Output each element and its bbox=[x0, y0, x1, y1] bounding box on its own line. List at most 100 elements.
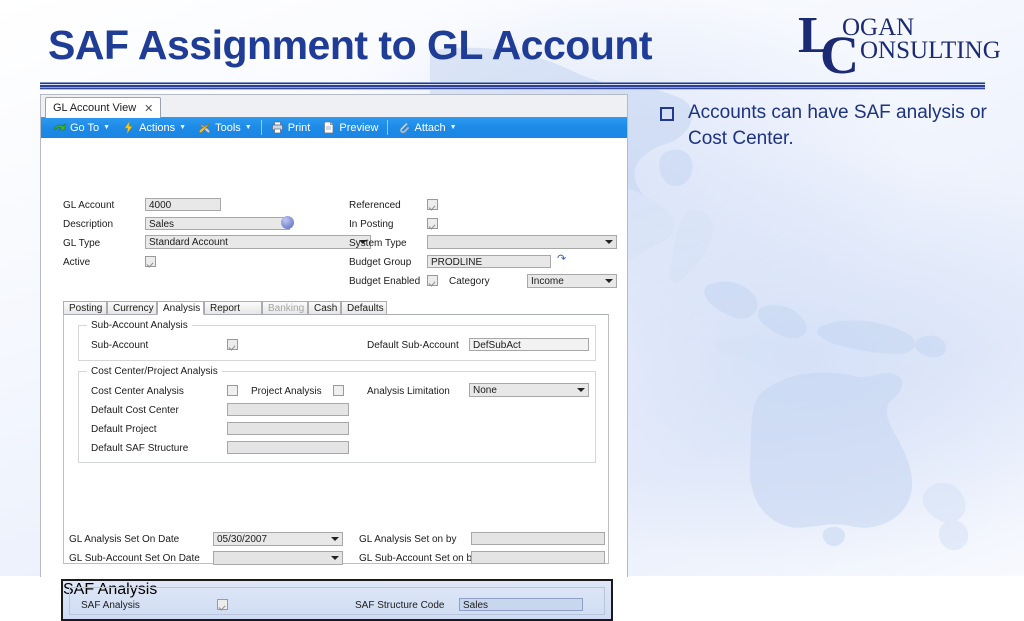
analysis-limitation-label: Analysis Limitation bbox=[367, 386, 450, 397]
logan-consulting-logo: L C OGAN ONSULTING bbox=[794, 7, 1001, 85]
chevron-down-icon[interactable] bbox=[331, 556, 339, 560]
description-input[interactable]: Sales bbox=[145, 217, 290, 230]
chevron-down-icon[interactable] bbox=[331, 537, 339, 541]
lightning-icon bbox=[122, 121, 135, 134]
tab-analysis[interactable]: Analysis bbox=[157, 301, 204, 315]
gl-sub-account-set-on-by-input[interactable] bbox=[471, 551, 605, 564]
gl-analysis-set-on-by-input[interactable] bbox=[471, 532, 605, 545]
saf-analysis-checkbox[interactable] bbox=[217, 599, 228, 610]
sub-account-checkbox[interactable] bbox=[227, 339, 238, 350]
form-body: GL Account 4000 Description Sales GL Typ… bbox=[41, 138, 627, 621]
toolbar-attach-label: Attach bbox=[414, 121, 446, 134]
project-analysis-checkbox[interactable] bbox=[333, 385, 344, 396]
active-label: Active bbox=[63, 257, 91, 268]
toolbar-actions-button[interactable]: Actions ▼ bbox=[116, 118, 192, 137]
saf-structure-code-input[interactable]: Sales bbox=[459, 598, 583, 611]
gl-analysis-set-on-date-label: GL Analysis Set On Date bbox=[69, 534, 180, 545]
gl-sub-account-set-on-by-label: GL Sub-Account Set on by bbox=[359, 553, 478, 564]
tab-currency[interactable]: Currency bbox=[107, 301, 157, 315]
referenced-checkbox[interactable] bbox=[427, 199, 438, 210]
budget-enabled-checkbox[interactable] bbox=[427, 275, 438, 286]
toolbar-separator bbox=[260, 120, 262, 135]
gl-account-input[interactable]: 4000 bbox=[145, 198, 221, 211]
toolbar-print-button[interactable]: Print bbox=[265, 118, 317, 137]
tab-defaults[interactable]: Defaults bbox=[341, 301, 387, 315]
gl-account-view-window: GL Account View ✕ Go To ▼ Actions ▼ Tool… bbox=[40, 94, 628, 621]
printer-icon bbox=[271, 121, 284, 134]
toolbar: Go To ▼ Actions ▼ Tools ▼ Print Preview … bbox=[41, 117, 627, 138]
link-icon[interactable]: ↷ bbox=[557, 252, 566, 265]
category-select[interactable]: Income bbox=[527, 274, 617, 288]
globe-icon[interactable] bbox=[281, 216, 294, 229]
analysis-limitation-select[interactable]: None bbox=[469, 383, 589, 397]
toolbar-attach-button[interactable]: Attach ▼ bbox=[391, 118, 462, 137]
analysis-limitation-value: None bbox=[473, 385, 497, 396]
square-bullet-icon bbox=[660, 107, 674, 121]
chevron-down-icon[interactable] bbox=[605, 279, 613, 283]
cost-center-analysis-checkbox[interactable] bbox=[227, 385, 238, 396]
budget-group-label: Budget Group bbox=[349, 257, 412, 268]
default-project-input[interactable] bbox=[227, 422, 349, 435]
analysis-tab-pane: Sub-Account Analysis Sub-Account Default… bbox=[63, 314, 609, 564]
tab-banking: Banking bbox=[262, 301, 308, 315]
default-project-label: Default Project bbox=[91, 424, 157, 435]
document-tab-label: GL Account View bbox=[53, 102, 137, 114]
default-sub-account-input[interactable]: DefSubAct bbox=[469, 338, 589, 351]
toolbar-tools-button[interactable]: Tools ▼ bbox=[192, 118, 258, 137]
toolbar-preview-button[interactable]: Preview bbox=[316, 118, 384, 137]
in-posting-checkbox[interactable] bbox=[427, 218, 438, 229]
toolbar-print-label: Print bbox=[287, 121, 311, 134]
tab-cash[interactable]: Cash bbox=[308, 301, 341, 315]
project-analysis-label: Project Analysis bbox=[251, 386, 322, 397]
chevron-down-icon[interactable]: ▼ bbox=[179, 124, 186, 131]
cost-center-project-analysis-group: Cost Center/Project Analysis Cost Center… bbox=[78, 366, 596, 463]
slide-canvas: SAF Assignment to GL Account L C OGAN ON… bbox=[0, 0, 1024, 621]
saf-analysis-label: SAF Analysis bbox=[81, 600, 140, 611]
default-sub-account-label: Default Sub-Account bbox=[367, 340, 459, 351]
gl-type-value: Standard Account bbox=[149, 237, 228, 248]
gl-type-select[interactable]: Standard Account bbox=[145, 235, 371, 249]
cost-center-analysis-label: Cost Center Analysis bbox=[91, 386, 184, 397]
gl-analysis-set-on-by-label: GL Analysis Set on by bbox=[359, 534, 457, 545]
budget-group-input[interactable]: PRODLINE bbox=[427, 255, 551, 268]
description-label: Description bbox=[63, 219, 114, 230]
tab-posting[interactable]: Posting bbox=[63, 301, 107, 315]
paperclip-icon bbox=[397, 121, 410, 134]
category-value: Income bbox=[531, 276, 564, 287]
gl-sub-account-set-on-date-label: GL Sub-Account Set On Date bbox=[69, 553, 200, 564]
sub-account-analysis-group: Sub-Account Analysis Sub-Account Default… bbox=[78, 320, 596, 361]
gl-analysis-set-on-date-select[interactable]: 05/30/2007 bbox=[213, 532, 343, 546]
system-type-select[interactable] bbox=[427, 235, 617, 249]
bullet-list: Accounts can have SAF analysis or Cost C… bbox=[660, 100, 1000, 151]
bullet-text: Accounts can have SAF analysis or Cost C… bbox=[688, 102, 987, 149]
toolbar-go-to-button[interactable]: Go To ▼ bbox=[47, 118, 116, 137]
sub-account-analysis-title: Sub-Account Analysis bbox=[87, 320, 192, 331]
close-icon[interactable]: ✕ bbox=[144, 102, 153, 115]
saf-analysis-group-highlighted: SAF Analysis SAF Analysis SAF Structure … bbox=[61, 579, 613, 621]
default-saf-structure-input[interactable] bbox=[227, 441, 349, 454]
sub-account-label: Sub-Account bbox=[91, 340, 149, 351]
toolbar-tools-label: Tools bbox=[215, 121, 241, 134]
gl-type-label: GL Type bbox=[63, 238, 101, 249]
chevron-down-icon[interactable]: ▼ bbox=[450, 124, 457, 131]
toolbar-go-to-label: Go To bbox=[70, 121, 100, 134]
default-cost-center-label: Default Cost Center bbox=[91, 405, 179, 416]
form-tab-bar: Posting Currency Analysis Report Link Ba… bbox=[63, 301, 607, 327]
chevron-down-icon[interactable] bbox=[605, 240, 613, 244]
logo-word-consulting: ONSULTING bbox=[860, 37, 1001, 64]
gl-analysis-set-on-date-value: 05/30/2007 bbox=[217, 534, 268, 545]
tab-report-link[interactable]: Report Link bbox=[204, 301, 262, 327]
chevron-down-icon[interactable] bbox=[577, 388, 585, 392]
system-type-label: System Type bbox=[349, 238, 407, 249]
toolbar-actions-label: Actions bbox=[139, 121, 176, 134]
document-tab-gl-account-view[interactable]: GL Account View ✕ bbox=[45, 97, 162, 118]
in-posting-label: In Posting bbox=[349, 219, 394, 230]
cost-center-project-analysis-title: Cost Center/Project Analysis bbox=[87, 366, 222, 377]
default-saf-structure-label: Default SAF Structure bbox=[91, 443, 189, 454]
category-label: Category bbox=[449, 276, 490, 287]
active-checkbox[interactable] bbox=[145, 256, 156, 267]
gl-sub-account-set-on-date-select[interactable] bbox=[213, 551, 343, 565]
default-cost-center-input[interactable] bbox=[227, 403, 349, 416]
chevron-down-icon[interactable]: ▼ bbox=[245, 124, 252, 131]
chevron-down-icon[interactable]: ▼ bbox=[103, 124, 110, 131]
